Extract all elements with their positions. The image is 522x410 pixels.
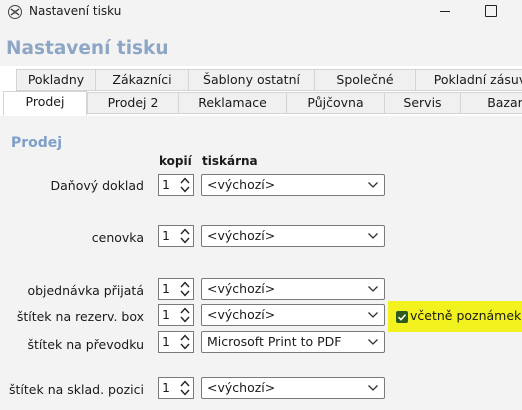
title-bar: Nastavení tisku — [0, 0, 522, 24]
stepper-down-icon[interactable] — [180, 316, 190, 323]
tab-bazar[interactable]: Bazar — [460, 92, 522, 114]
stepper-down-icon[interactable] — [180, 186, 190, 193]
copies-column-header: kopií — [159, 154, 192, 168]
section-title: Prodej — [11, 135, 63, 151]
copies-value: 1 — [162, 228, 170, 243]
stepper-up-icon[interactable] — [180, 177, 190, 184]
stepper-up-icon[interactable] — [180, 334, 190, 341]
copies-stepper-stitek-prevodku[interactable]: 1 — [158, 331, 194, 353]
row-label-stitek-prevodku: štítek na převodku — [27, 337, 145, 352]
row-label-stitek-sklad-pozici: štítek na sklad. pozici — [9, 382, 144, 397]
printer-select-danovy-doklad[interactable]: <výchozí> — [201, 174, 385, 196]
tab-servis[interactable]: Servis — [384, 92, 461, 114]
tab-pujcovna[interactable]: Půjčovna — [286, 92, 385, 114]
printer-select-stitek-rezerv-box[interactable]: <výchozí> — [201, 304, 385, 326]
chevron-down-icon — [368, 339, 378, 345]
stepper-down-icon[interactable] — [180, 343, 190, 350]
copies-value: 1 — [162, 281, 170, 296]
checkmark-icon — [397, 314, 407, 321]
tab-reklamace[interactable]: Reklamace — [178, 92, 287, 114]
printer-select-stitek-sklad-pozici[interactable]: <výchozí> — [201, 377, 385, 399]
printer-select-objednavka-prijata[interactable]: <výchozí> — [201, 278, 385, 300]
printer-column-header: tiskárna — [202, 154, 258, 168]
page-header: Nastavení tisku — [0, 24, 522, 66]
minimize-button[interactable] — [422, 0, 466, 24]
stepper-up-icon[interactable] — [180, 281, 190, 288]
row-label-objednavka-prijata: objednávka přijatá — [27, 283, 144, 298]
copies-stepper-objednavka-prijata[interactable]: 1 — [158, 278, 194, 300]
maximize-button[interactable] — [468, 0, 512, 24]
copies-stepper-cenovka[interactable]: 1 — [158, 225, 194, 247]
row-label-danovy-doklad: Daňový doklad — [50, 178, 144, 193]
page-title: Nastavení tisku — [6, 38, 169, 59]
window-title: Nastavení tisku — [29, 4, 122, 18]
printer-value: Microsoft Print to PDF — [207, 334, 342, 349]
tab-prodej-2[interactable]: Prodej 2 — [87, 92, 179, 114]
app-icon — [7, 4, 23, 20]
copies-stepper-stitek-sklad-pozici[interactable]: 1 — [158, 377, 194, 399]
stepper-up-icon[interactable] — [180, 228, 190, 235]
tab-prodej[interactable]: Prodej — [3, 91, 87, 116]
stepper-down-icon[interactable] — [180, 389, 190, 396]
tab-sablony-ostatni[interactable]: Šablony ostatní — [188, 69, 315, 91]
copies-stepper-danovy-doklad[interactable]: 1 — [158, 174, 194, 196]
tab-zakaznici[interactable]: Zákazníci — [95, 69, 189, 91]
copies-value: 1 — [162, 380, 170, 395]
printer-value: <výchozí> — [207, 380, 276, 395]
copies-value: 1 — [162, 177, 170, 192]
copies-value: 1 — [162, 334, 170, 349]
stepper-down-icon[interactable] — [180, 237, 190, 244]
copies-stepper-stitek-rezerv-box[interactable]: 1 — [158, 304, 194, 326]
printer-value: <výchozí> — [207, 307, 276, 322]
stepper-down-icon[interactable] — [180, 290, 190, 297]
tab-pokladni-zasuvka[interactable]: Pokladní zásuv — [415, 69, 522, 91]
chevron-down-icon — [368, 233, 378, 239]
tab-strip: Pokladny Zákazníci Šablony ostatní Spole… — [0, 66, 522, 116]
copies-value: 1 — [162, 307, 170, 322]
row-label-stitek-rezerv-box: štítek na rezerv. box — [16, 309, 144, 324]
tab-pokladny[interactable]: Pokladny — [16, 69, 96, 91]
chevron-down-icon — [368, 286, 378, 292]
row-label-cenovka: cenovka — [91, 230, 144, 245]
settings-panel — [0, 116, 522, 410]
stepper-up-icon[interactable] — [180, 380, 190, 387]
printer-select-stitek-prevodku[interactable]: Microsoft Print to PDF — [201, 331, 385, 353]
chevron-down-icon — [368, 312, 378, 318]
tab-spolecne[interactable]: Společné — [314, 69, 416, 91]
printer-value: <výchozí> — [207, 228, 276, 243]
chevron-down-icon — [368, 385, 378, 391]
printer-value: <výchozí> — [207, 177, 276, 192]
chevron-down-icon — [368, 182, 378, 188]
include-notes-label[interactable]: včetně poznámek — [410, 308, 521, 323]
stepper-up-icon[interactable] — [180, 307, 190, 314]
printer-select-cenovka[interactable]: <výchozí> — [201, 225, 385, 247]
printer-value: <výchozí> — [207, 281, 276, 296]
include-notes-checkbox[interactable] — [396, 311, 408, 323]
